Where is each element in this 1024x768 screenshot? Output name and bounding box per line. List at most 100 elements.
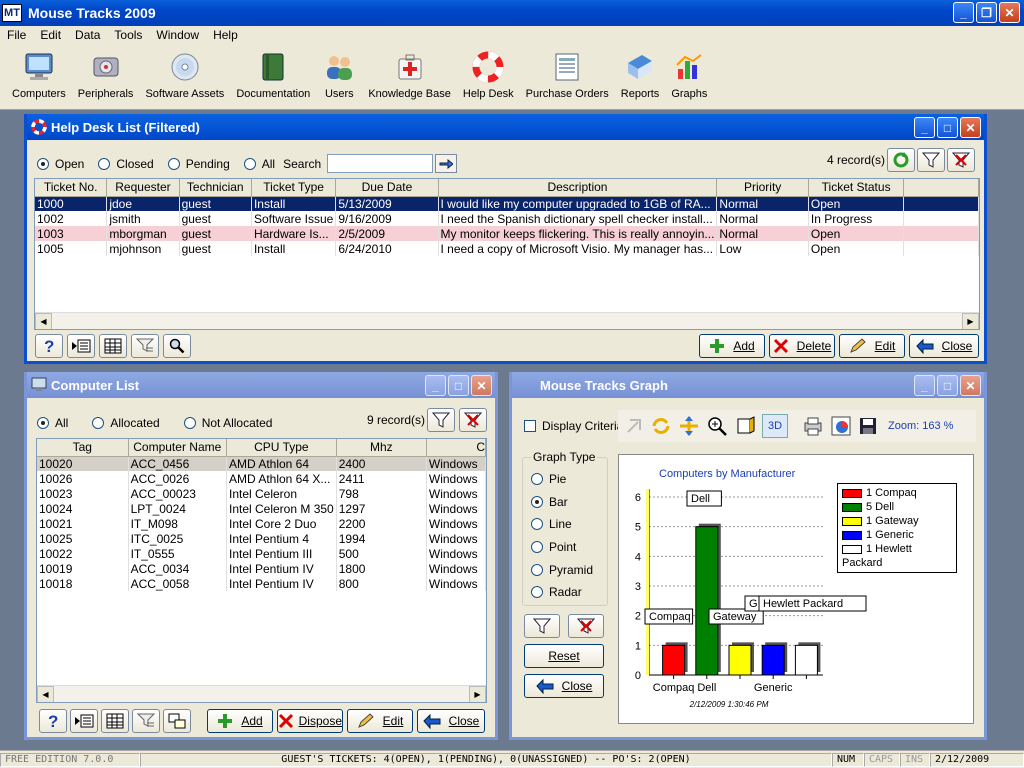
table-row[interactable]: 10026 ACC_0026 AMD Athlon 64 X... 2411 Windo… <box>37 471 486 486</box>
table-row[interactable]: 10025 ITC_0025 Intel Pentium 4 1994 Windows <box>37 531 486 546</box>
table-row[interactable]: 1005 mjohnson guest Install 6/24/2010 I need … <box>35 241 979 256</box>
record-view-button[interactable] <box>70 709 98 733</box>
printer-icon[interactable] <box>802 415 824 437</box>
col-requester[interactable]: Requester <box>106 179 180 197</box>
col-os[interactable]: C <box>426 439 486 457</box>
depth-icon[interactable] <box>734 415 756 437</box>
clear-filter-button[interactable] <box>568 614 604 638</box>
col-mhz[interactable]: Mhz <box>336 439 427 457</box>
pointer-icon[interactable] <box>624 416 644 436</box>
refresh-button[interactable] <box>887 148 915 172</box>
filter-all-computers[interactable]: All <box>37 416 68 430</box>
maximize-button[interactable]: □ <box>448 375 469 396</box>
menu-tools[interactable]: Tools <box>107 28 149 42</box>
minimize-button[interactable]: _ <box>953 2 974 23</box>
column-filter-button[interactable] <box>132 709 160 733</box>
add-button[interactable]: Add <box>207 709 273 733</box>
rotate-icon[interactable] <box>650 415 672 437</box>
filter-button[interactable] <box>427 408 455 432</box>
minimize-button[interactable]: _ <box>914 375 935 396</box>
maximize-button[interactable]: □ <box>937 117 958 138</box>
find-button[interactable] <box>163 334 191 358</box>
zoom-icon[interactable] <box>706 415 728 437</box>
toolbar-peripherals[interactable]: Peripherals <box>72 44 140 100</box>
table-row[interactable]: 10020 ACC_0456 AMD Athlon 64 2400 Windows <box>37 456 486 471</box>
graph-type-line[interactable]: Line <box>531 513 593 536</box>
edit-button[interactable]: Edit <box>839 334 905 358</box>
table-row[interactable]: 10018 ACC_0058 Intel Pentium IV 800 Windows <box>37 576 486 591</box>
search-go-button[interactable] <box>435 154 458 173</box>
toolbar-software-assets[interactable]: Software Assets <box>139 44 230 100</box>
menu-window[interactable]: Window <box>149 28 206 42</box>
delete-button[interactable]: Delete <box>769 334 835 358</box>
toolbar-purchase-orders[interactable]: Purchase Orders <box>520 44 615 100</box>
filter-all[interactable]: All <box>243 157 275 171</box>
scroll-left-button[interactable]: ◀ <box>35 313 52 329</box>
col-ticket-no[interactable]: Ticket No. <box>35 179 108 197</box>
menu-file[interactable]: File <box>0 28 33 42</box>
toolbar-reports[interactable]: Reports <box>615 44 666 100</box>
graph-type-point[interactable]: Point <box>531 536 593 559</box>
table-row[interactable]: 10023 ACC_00023 Intel Celeron 798 Windows <box>37 486 486 501</box>
export-chart-icon[interactable] <box>830 415 852 437</box>
close-button[interactable]: ✕ <box>999 2 1020 23</box>
graph-close-button[interactable]: Close <box>524 674 604 698</box>
col-technician[interactable]: Technician <box>179 179 252 197</box>
filter-allocated[interactable]: Allocated <box>92 416 160 430</box>
toggle-3d-button[interactable]: 3D <box>762 414 788 438</box>
menu-data[interactable]: Data <box>68 28 107 42</box>
maximize-button[interactable]: □ <box>937 375 958 396</box>
table-view-button[interactable] <box>99 334 127 358</box>
scroll-left-button[interactable]: ◀ <box>37 686 54 702</box>
graph-type-pyramid[interactable]: Pyramid <box>531 558 593 581</box>
toolbar-documentation[interactable]: Documentation <box>230 44 316 100</box>
clear-filter-button[interactable] <box>459 408 487 432</box>
close-button[interactable]: ✕ <box>960 117 981 138</box>
search-input[interactable] <box>327 154 434 173</box>
help-button[interactable]: ? <box>39 709 67 733</box>
minimize-button[interactable]: _ <box>914 117 935 138</box>
display-criteria-checkbox[interactable]: Display Criteria <box>524 419 623 433</box>
toolbar-graphs[interactable]: Graphs <box>665 44 713 100</box>
graph-type-radar[interactable]: Radar <box>531 581 593 604</box>
table-row[interactable]: 1002 jsmith guest Software Issue 9/16/2009 I … <box>35 211 979 226</box>
menu-edit[interactable]: Edit <box>33 28 68 42</box>
col-priority[interactable]: Priority <box>716 179 809 197</box>
filter-closed[interactable]: Closed <box>98 157 154 171</box>
menu-help[interactable]: Help <box>206 28 245 42</box>
toolbar-users[interactable]: Users <box>316 44 362 100</box>
col-computer-name[interactable]: Computer Name <box>128 439 227 457</box>
toolbar-computers[interactable]: Computers <box>6 44 72 100</box>
column-filter-button[interactable] <box>131 334 159 358</box>
filter-open[interactable]: Open <box>37 157 84 171</box>
computer-close-button[interactable]: Close <box>417 709 485 733</box>
col-ticket-type[interactable]: Ticket Type <box>251 179 337 197</box>
toolbar-knowledge-base[interactable]: Knowledge Base <box>362 44 457 100</box>
add-button[interactable]: Add <box>699 334 765 358</box>
table-row[interactable]: 1000 jdoe guest Install 5/13/2009 I would lik… <box>35 196 979 211</box>
restore-button[interactable]: ❐ <box>976 2 997 23</box>
close-button[interactable]: ✕ <box>960 375 981 396</box>
filter-button[interactable] <box>917 148 945 172</box>
reset-button[interactable]: Reset <box>524 644 604 668</box>
edit-button[interactable]: Edit <box>347 709 413 733</box>
graph-type-pie[interactable]: Pie <box>531 468 593 491</box>
help-button[interactable]: ? <box>35 334 63 358</box>
dispose-button[interactable]: Dispose <box>277 709 343 733</box>
table-row[interactable]: 1003 mborgman guest Hardware Is... 2/5/2009 M… <box>35 226 979 241</box>
toolbar-help-desk[interactable]: Help Desk <box>457 44 520 100</box>
col-tag[interactable]: Tag <box>37 439 129 457</box>
scroll-right-button[interactable]: ▶ <box>962 313 979 329</box>
move-icon[interactable] <box>678 415 700 437</box>
allocate-button[interactable] <box>163 709 191 733</box>
filter-not-allocated[interactable]: Not Allocated <box>183 416 272 430</box>
horizontal-scrollbar[interactable]: ◀ ▶ <box>37 685 486 702</box>
save-icon[interactable] <box>858 416 878 436</box>
filter-pending[interactable]: Pending <box>167 157 230 171</box>
table-row[interactable]: 10022 IT_0555 Intel Pentium III 500 Windows <box>37 546 486 561</box>
table-row[interactable]: 10019 ACC_0034 Intel Pentium IV 1800 Windows <box>37 561 486 576</box>
table-row[interactable]: 10021 IT_M098 Intel Core 2 Duo 2200 Windows <box>37 516 486 531</box>
record-view-button[interactable] <box>67 334 95 358</box>
horizontal-scrollbar[interactable]: ◀ ▶ <box>35 312 979 329</box>
col-ticket-status[interactable]: Ticket Status <box>808 179 905 197</box>
